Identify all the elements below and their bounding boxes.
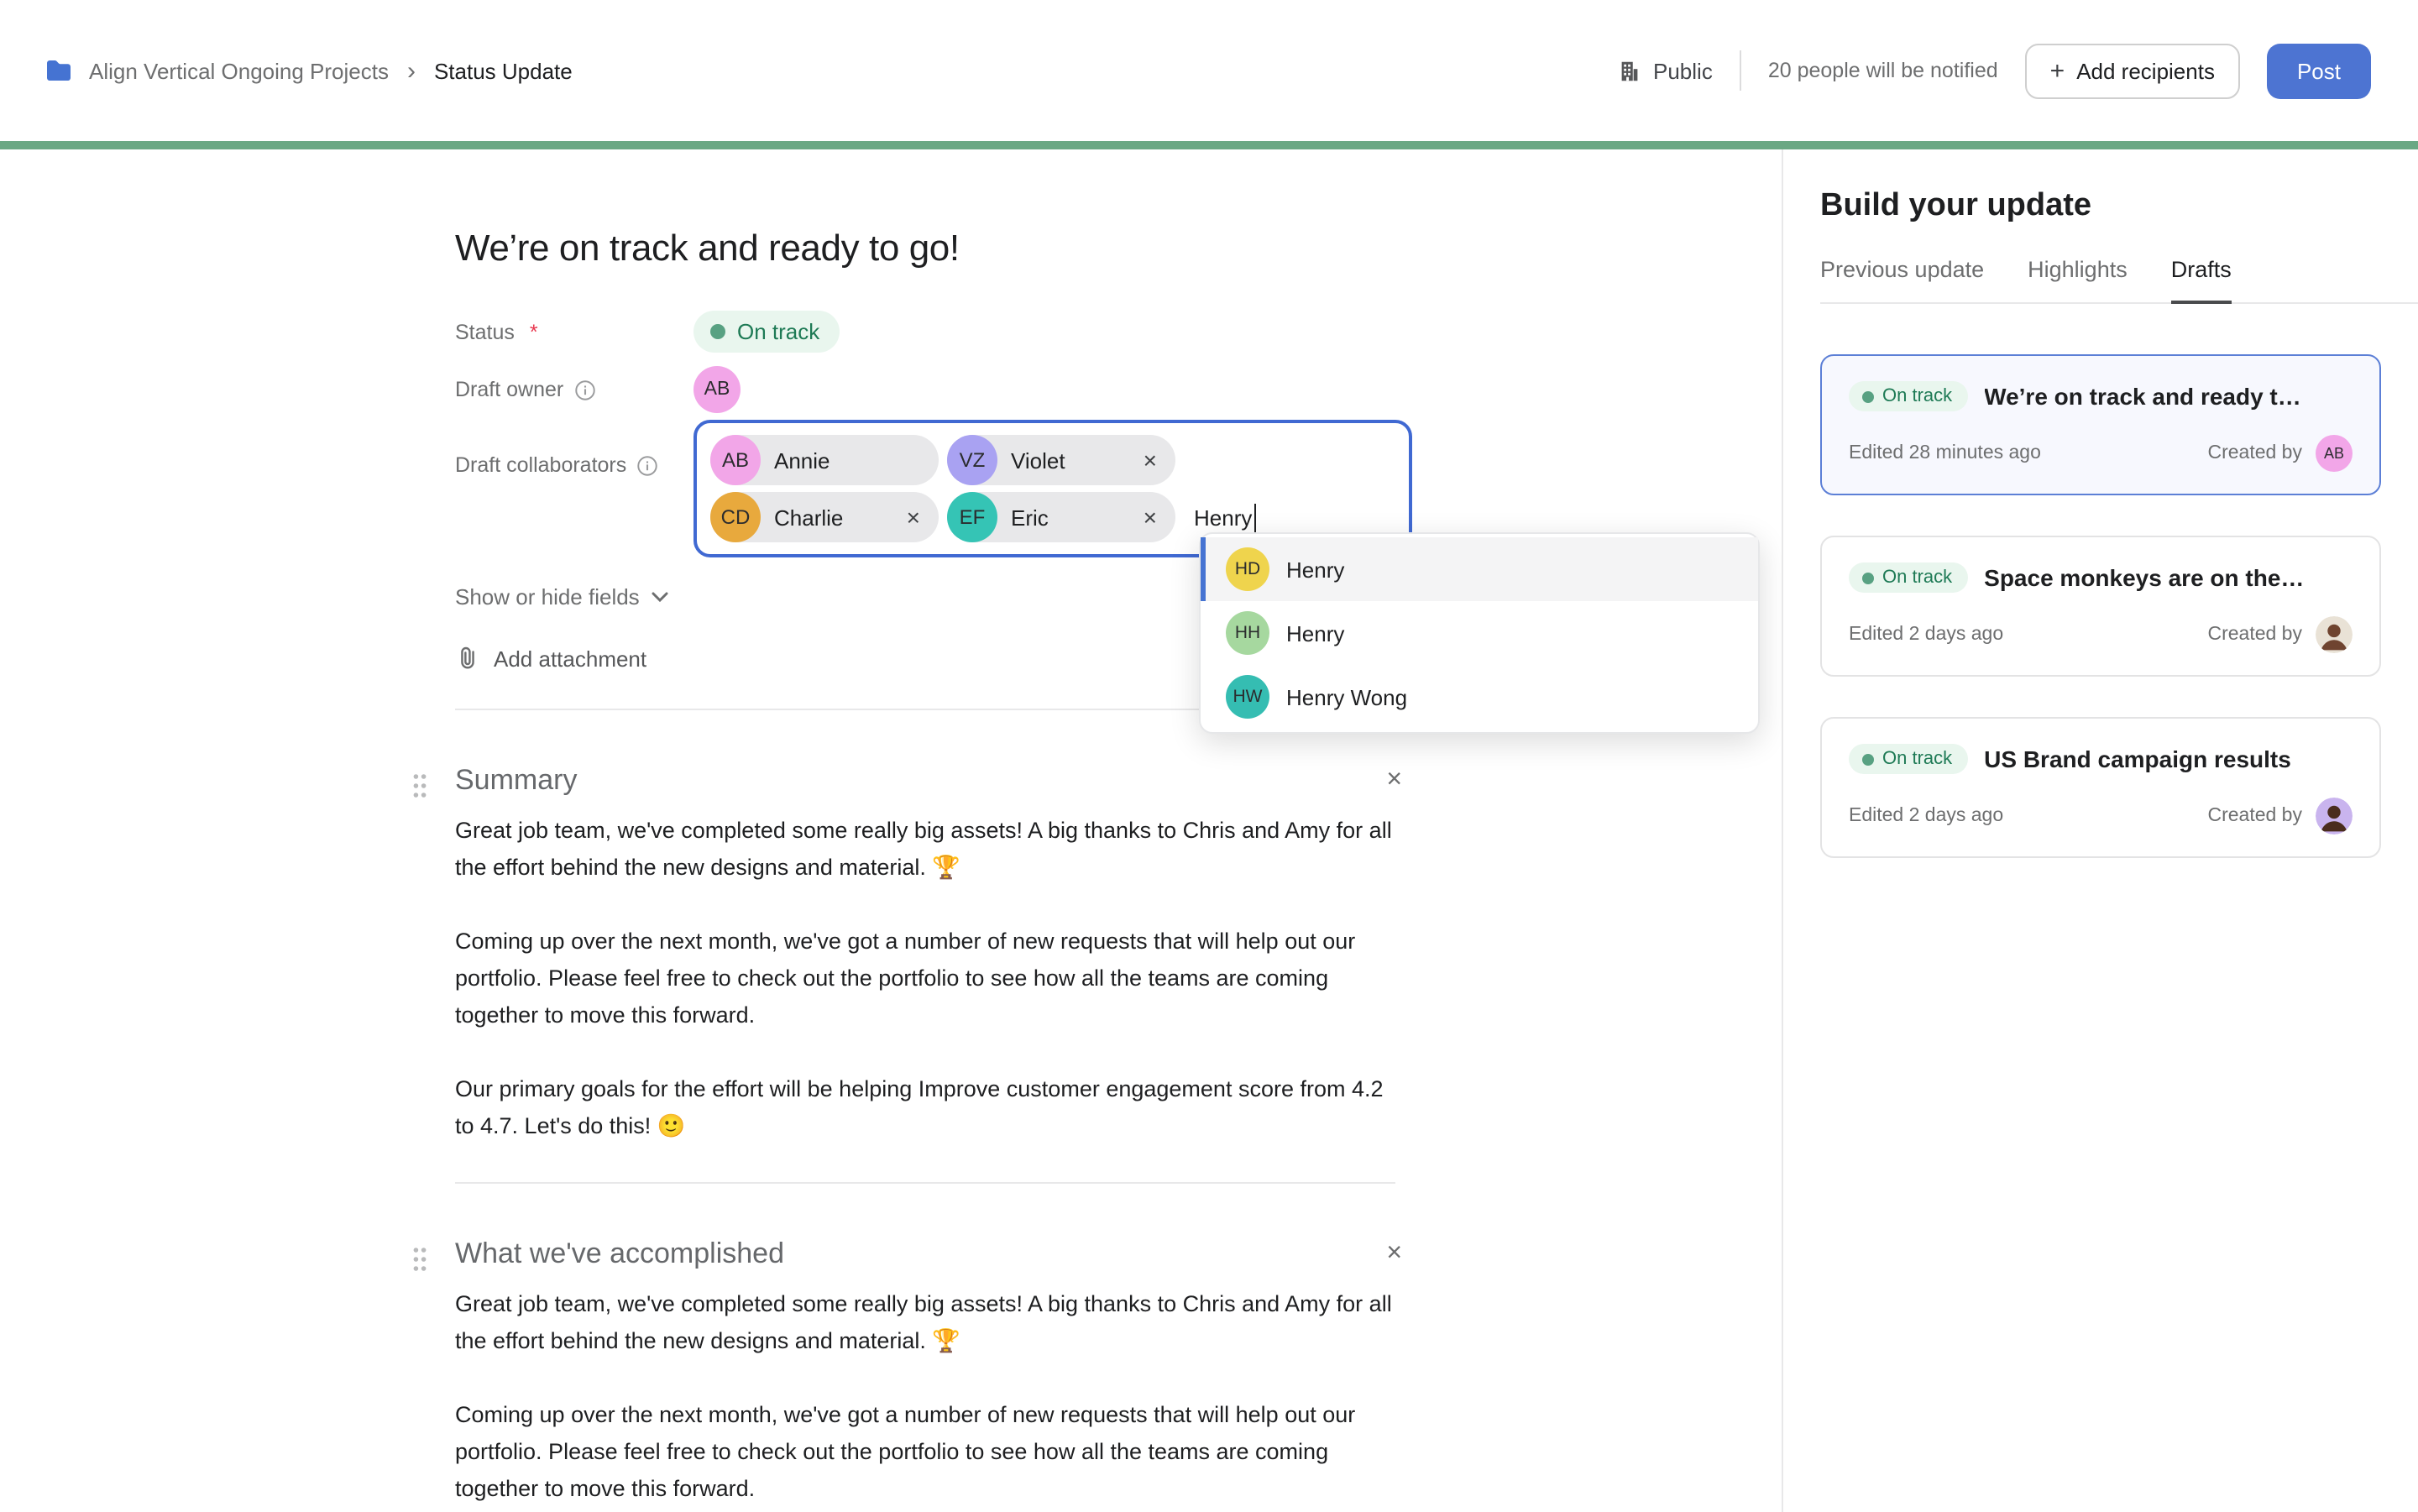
paperclip-icon — [455, 645, 480, 672]
creator-avatar-photo — [2316, 798, 2353, 834]
avatar: HH — [1226, 611, 1269, 655]
remove-collaborator-icon[interactable]: × — [1144, 448, 1157, 472]
status-badge: On track — [1849, 381, 1967, 411]
draft-card[interactable]: On track We’re on track and ready t… Edi… — [1820, 354, 2381, 495]
typeahead-option[interactable]: HW Henry Wong — [1201, 665, 1758, 729]
status-update-editor: We’re on track and ready to go! Status* … — [0, 149, 1782, 1512]
sidebar-tabs: Previous update Highlights Drafts — [1820, 257, 2418, 304]
collaborator-chip[interactable]: AB Annie — [710, 435, 939, 485]
collaborators-label: Draft collaborators — [455, 453, 693, 477]
status-dot-icon — [710, 324, 725, 339]
drag-handle-icon[interactable] — [411, 1246, 428, 1281]
breadcrumb-current: Status Update — [434, 58, 573, 83]
remove-collaborator-icon[interactable]: × — [907, 505, 920, 529]
top-bar: Align Vertical Ongoing Projects › Status… — [0, 0, 2418, 141]
draft-owner-avatar[interactable]: AB — [693, 366, 741, 413]
avatar: HW — [1226, 675, 1269, 719]
draft-card[interactable]: On track US Brand campaign results Edite… — [1820, 717, 2381, 858]
notify-count-text: 20 people will be notified — [1768, 59, 1998, 82]
folder-icon — [44, 55, 74, 86]
sidebar-heading: Build your update — [1820, 188, 2381, 225]
tab-drafts[interactable]: Drafts — [2171, 257, 2232, 304]
edited-timestamp: Edited 2 days ago — [1849, 806, 2003, 826]
collaborator-chip[interactable]: CD Charlie × — [710, 492, 939, 542]
avatar: VZ — [947, 435, 997, 485]
status-badge: On track — [1849, 562, 1967, 593]
privacy-label: Public — [1653, 58, 1713, 83]
edited-timestamp: Edited 2 days ago — [1849, 625, 2003, 645]
plus-icon: + — [2050, 58, 2065, 83]
section-paragraph[interactable]: Coming up over the next month, we've got… — [455, 1397, 1402, 1508]
draft-owner-field-row: Draft owner AB — [455, 366, 1429, 413]
breadcrumb-project-link[interactable]: Align Vertical Ongoing Projects — [89, 58, 389, 83]
required-asterisk: * — [530, 320, 538, 343]
collaborator-search-text[interactable]: Henry — [1194, 503, 1255, 531]
draft-card[interactable]: On track Space monkeys are on the… Edite… — [1820, 536, 2381, 677]
tab-previous-update[interactable]: Previous update — [1820, 257, 1984, 302]
collaborator-chip[interactable]: EF Eric × — [947, 492, 1175, 542]
collaborator-typeahead-menu: HD Henry HH Henry HW Henry Wong — [1199, 532, 1760, 734]
draft-card-title: US Brand campaign results — [1984, 746, 2291, 772]
section-summary: Summary × Great job team, we've complete… — [455, 764, 1402, 1145]
edited-timestamp: Edited 28 minutes ago — [1849, 443, 2041, 463]
avatar: AB — [710, 435, 761, 485]
draft-card-title: We’re on track and ready t… — [1984, 383, 2301, 410]
privacy-setting[interactable]: Public — [1616, 58, 1713, 83]
section-paragraph[interactable]: Our primary goals for the effort will be… — [455, 1071, 1402, 1145]
section-paragraph[interactable]: Coming up over the next month, we've got… — [455, 923, 1402, 1034]
avatar: HD — [1226, 547, 1269, 591]
status-field-row: Status* On track — [455, 311, 1429, 353]
status-dot-icon — [1862, 753, 1874, 765]
remove-collaborator-icon[interactable]: × — [1144, 505, 1157, 529]
section-paragraph[interactable]: Great job team, we've completed some rea… — [455, 1286, 1402, 1360]
building-icon — [1616, 58, 1641, 83]
created-by-label: Created by — [2207, 443, 2302, 463]
header-accent-bar — [0, 141, 2418, 149]
draft-card-title: Space monkeys are on the… — [1984, 564, 2304, 591]
typeahead-option[interactable]: HH Henry — [1201, 601, 1758, 665]
divider — [1740, 50, 1741, 91]
update-title-input[interactable]: We’re on track and ready to go! — [455, 227, 1782, 270]
app-window: Align Vertical Ongoing Projects › Status… — [0, 0, 2418, 1512]
topbar-actions: Public 20 people will be notified + Add … — [1616, 43, 2371, 98]
chevron-right-icon: › — [407, 56, 416, 85]
build-update-sidebar: Build your update Previous update Highli… — [1782, 149, 2418, 1512]
text-caret — [1253, 503, 1255, 531]
avatar: EF — [947, 492, 997, 542]
fields: Status* On track Draft owner — [455, 311, 1429, 557]
avatar: CD — [710, 492, 761, 542]
creator-avatar-photo — [2316, 616, 2353, 653]
creator-avatar: AB — [2316, 435, 2353, 472]
section-accomplished: What we've accomplished × Great job team… — [455, 1237, 1402, 1508]
drag-handle-icon[interactable] — [411, 772, 428, 808]
status-dot-icon — [1862, 390, 1874, 402]
divider — [455, 1182, 1395, 1184]
section-heading[interactable]: What we've accomplished — [455, 1237, 784, 1271]
created-by-label: Created by — [2207, 806, 2302, 826]
section-paragraph[interactable]: Great job team, we've completed some rea… — [455, 813, 1402, 887]
close-icon[interactable]: × — [1386, 1241, 1402, 1268]
created-by-label: Created by — [2207, 625, 2302, 645]
info-icon — [636, 454, 658, 476]
draft-owner-label: Draft owner — [455, 378, 693, 401]
close-icon[interactable]: × — [1386, 767, 1402, 794]
add-recipients-button[interactable]: + Add recipients — [2025, 43, 2240, 98]
section-heading[interactable]: Summary — [455, 764, 577, 798]
breadcrumb: Align Vertical Ongoing Projects › Status… — [44, 55, 573, 86]
status-dot-icon — [1862, 572, 1874, 583]
tab-highlights[interactable]: Highlights — [2028, 257, 2128, 302]
post-button[interactable]: Post — [2267, 43, 2371, 98]
collaborator-chip[interactable]: VZ Violet × — [947, 435, 1175, 485]
status-badge[interactable]: On track — [693, 311, 840, 353]
typeahead-option[interactable]: HD Henry — [1201, 537, 1758, 601]
status-label: Status* — [455, 320, 693, 343]
collaborators-field-row: Draft collaborators AB Annie — [455, 420, 1429, 557]
status-badge: On track — [1849, 744, 1967, 774]
info-icon — [573, 379, 595, 400]
chevron-down-icon — [652, 591, 668, 603]
